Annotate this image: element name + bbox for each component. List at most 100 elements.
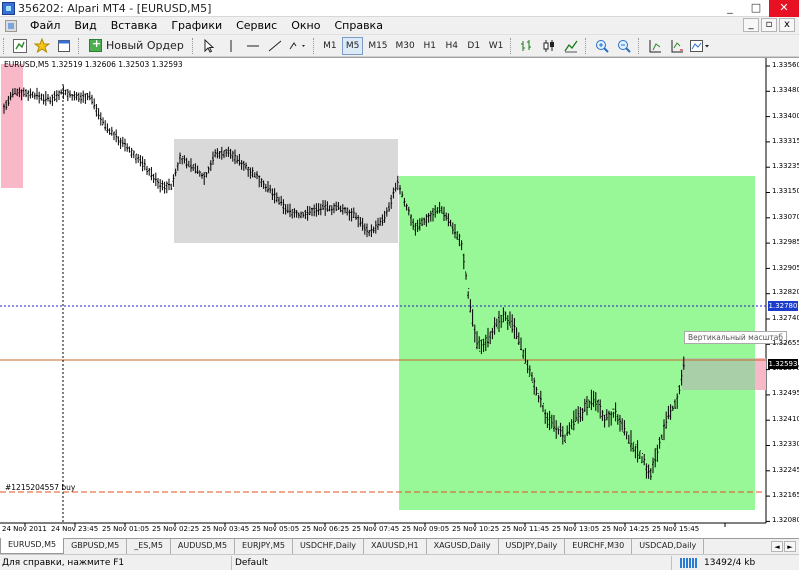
- price-tick: 1.32740: [772, 314, 799, 322]
- new-order-icon: [89, 37, 102, 52]
- menu-view[interactable]: Вид: [67, 19, 103, 32]
- bar-chart-icon[interactable]: [517, 37, 537, 55]
- tab-scroll-left-button[interactable]: ◄: [771, 541, 783, 552]
- price-tick: 1.32495: [772, 389, 799, 397]
- toolbar-grip[interactable]: [638, 37, 641, 54]
- pink-zone: [1, 64, 23, 188]
- time-tick: 25 Nov 15:45: [652, 525, 700, 533]
- price-tick: 1.33235: [772, 162, 799, 170]
- chart-window[interactable]: EURUSD,M5 1.32519 1.32606 1.32503 1.3259…: [0, 57, 799, 538]
- toolbar-grip[interactable]: [3, 37, 6, 54]
- menu-help[interactable]: Справка: [327, 19, 389, 32]
- timeframe-d1[interactable]: D1: [464, 37, 484, 55]
- menu-charts[interactable]: Графики: [164, 19, 229, 32]
- templates-icon[interactable]: [689, 37, 711, 55]
- timeframe-w1[interactable]: W1: [486, 37, 507, 55]
- close-button[interactable]: ✕: [769, 0, 799, 17]
- tab-eurusd-m5[interactable]: EURUSD,M5: [0, 538, 65, 554]
- minimize-button[interactable]: _: [717, 0, 743, 17]
- line-chart-icon[interactable]: [561, 37, 581, 55]
- tile-windows-icon[interactable]: [645, 37, 665, 55]
- shaded-box: [682, 358, 755, 390]
- timeframe-m1[interactable]: M1: [320, 37, 340, 55]
- time-tick: 24 Nov 2011: [2, 525, 47, 533]
- tab-scroll-right-button[interactable]: ►: [784, 541, 796, 552]
- price-tick: 1.32245: [772, 466, 799, 474]
- toolbar-grip[interactable]: [312, 37, 316, 54]
- trendline-icon[interactable]: [265, 37, 285, 55]
- time-tick: 25 Nov 14:25: [602, 525, 650, 533]
- timeframe-h1[interactable]: H1: [420, 37, 440, 55]
- vertical-line-icon[interactable]: [221, 37, 241, 55]
- timeframe-h4[interactable]: H4: [442, 37, 462, 55]
- tab-gbpusd-m5[interactable]: GBPUSD,M5: [64, 539, 128, 554]
- menu-tools[interactable]: Сервис: [229, 19, 284, 32]
- tab-audusd-m5[interactable]: AUDUSD,M5: [171, 539, 236, 554]
- price-tick: 1.32655: [772, 339, 799, 347]
- tab-usdchf-daily[interactable]: USDCHF,Daily: [293, 539, 365, 554]
- new-chart-icon[interactable]: [10, 37, 30, 55]
- tab-es-m5[interactable]: _ES,M5: [127, 539, 171, 554]
- menu-insert[interactable]: Вставка: [104, 19, 165, 32]
- price-tick: 1.32905: [772, 264, 799, 272]
- candlestick-icon[interactable]: [539, 37, 559, 55]
- price-tick: 1.32410: [772, 415, 799, 423]
- menu-window[interactable]: Окно: [284, 19, 327, 32]
- mdi-restore-button[interactable]: ▫: [761, 18, 777, 32]
- time-tick: 25 Nov 13:05: [552, 525, 600, 533]
- price-tick: 1.33070: [772, 213, 799, 221]
- price-tick: 1.32985: [772, 238, 799, 246]
- toolbar-grip[interactable]: [585, 37, 588, 54]
- price-tick: 1.33315: [772, 137, 799, 145]
- status-help-text: Для справки, нажмите F1: [0, 555, 232, 570]
- market-watch-icon[interactable]: [54, 37, 74, 55]
- profiles-icon[interactable]: [32, 37, 52, 55]
- status-profile: Default: [232, 555, 672, 570]
- mdi-close-button[interactable]: x: [779, 18, 795, 32]
- tab-eurchf-m30[interactable]: EURCHF,M30: [565, 539, 633, 554]
- zoom-in-icon[interactable]: [592, 37, 612, 55]
- tab-usdjpy-daily[interactable]: USDJPY,Daily: [499, 539, 566, 554]
- mdi-controls: _ ▫ x: [743, 18, 795, 32]
- toolbar-grip[interactable]: [191, 37, 195, 54]
- timeframe-m30[interactable]: M30: [393, 37, 418, 55]
- new-order-button[interactable]: Новый Ордер: [85, 37, 188, 55]
- maximize-button[interactable]: □: [743, 0, 769, 17]
- timeframe-m5[interactable]: M5: [341, 36, 364, 55]
- horizontal-line-icon[interactable]: [243, 37, 263, 55]
- time-tick: 25 Nov 02:25: [152, 525, 200, 533]
- connection-status-icon: [680, 557, 698, 568]
- status-bar: Для справки, нажмите F1 Default 13492/4 …: [0, 554, 799, 570]
- price-tick: 1.33480: [772, 86, 799, 94]
- window-controls: _ □ ✕: [717, 0, 799, 17]
- tab-usdcad-daily[interactable]: USDCAD,Daily: [632, 539, 705, 554]
- time-tick: 25 Nov 07:45: [352, 525, 400, 533]
- chart-window-icon[interactable]: [5, 19, 17, 32]
- arrows-icon[interactable]: [287, 37, 309, 55]
- price-tick: 1.33400: [772, 112, 799, 120]
- time-tick: 25 Nov 05:05: [252, 525, 300, 533]
- menu-file[interactable]: Файл: [23, 19, 67, 32]
- cursor-icon[interactable]: [199, 37, 219, 55]
- symbol-info: EURUSD,M5 1.32519 1.32606 1.32503 1.3259…: [4, 60, 183, 69]
- mdi-minimize-button[interactable]: _: [743, 18, 759, 32]
- tab-eurjpy-m5[interactable]: EURJPY,M5: [235, 539, 293, 554]
- blue-level-price-tag: 1.32780: [768, 301, 798, 311]
- time-tick: 25 Nov 06:25: [302, 525, 350, 533]
- order-label[interactable]: #1215204557 buy: [5, 483, 75, 492]
- price-tick: 1.32165: [772, 491, 799, 499]
- timeframe-m15[interactable]: M15: [365, 37, 390, 55]
- tab-xauusd-h1[interactable]: XAUUSD,H1: [364, 539, 427, 554]
- time-tick: 25 Nov 03:45: [202, 525, 250, 533]
- time-tick: 25 Nov 10:25: [452, 525, 500, 533]
- price-chart[interactable]: [0, 58, 799, 539]
- toolbar-grip[interactable]: [510, 37, 513, 54]
- new-order-label: Новый Ордер: [106, 39, 184, 52]
- time-tick: 25 Nov 09:05: [402, 525, 450, 533]
- window-title: 356202: Alpari MT4 - [EURUSD,M5]: [18, 1, 212, 15]
- price-tick: 1.32820: [772, 288, 799, 296]
- toolbar-grip[interactable]: [78, 37, 81, 54]
- chart-shift-icon[interactable]: [667, 37, 687, 55]
- tab-xagusd-daily[interactable]: XAGUSD,Daily: [427, 539, 499, 554]
- zoom-out-icon[interactable]: [614, 37, 634, 55]
